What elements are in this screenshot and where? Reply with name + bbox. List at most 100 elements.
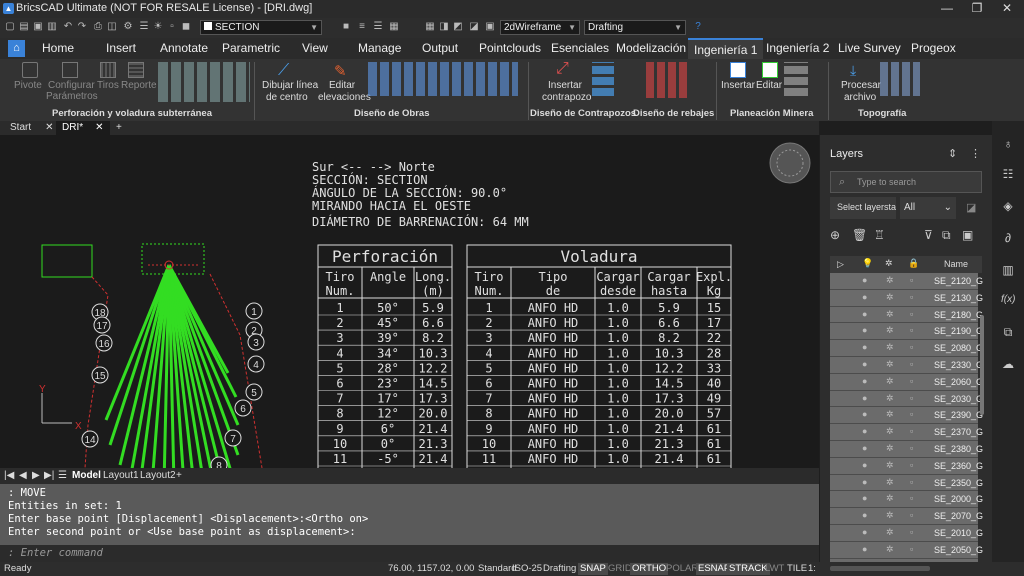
view-cube-icon[interactable]: ◩ xyxy=(452,21,464,33)
bulb-icon[interactable]: ● xyxy=(862,409,867,419)
visualstyle-icon[interactable]: ▦ xyxy=(424,21,436,33)
saveas-icon[interactable]: ▥ xyxy=(46,21,58,33)
freeze-icon[interactable]: ✲ xyxy=(886,544,894,555)
layer-row[interactable]: ● ✲ ▫ SE_2030_G xyxy=(830,390,983,408)
bulb-icon[interactable]: ● xyxy=(862,443,867,453)
layer-row[interactable]: ● ✲ ▫ SE_2070_G xyxy=(830,508,983,525)
bulb-icon[interactable]: ● xyxy=(862,309,867,319)
layer-row[interactable]: ● ✲ ▫ SE_2120_G xyxy=(830,273,983,290)
next-layout-icon[interactable]: ▶ xyxy=(32,470,40,481)
lock-icon[interactable]: ▫ xyxy=(910,275,913,285)
attach-icon[interactable]: ∂ xyxy=(1001,231,1015,245)
draw-centerline-icon[interactable]: ⟋ xyxy=(278,62,298,80)
freeze-icon[interactable]: ✲ xyxy=(886,426,894,437)
layer-states-icon[interactable]: ⧉ xyxy=(942,228,951,243)
help-icon[interactable]: ? xyxy=(692,21,704,33)
tab-output[interactable]: Output xyxy=(422,41,458,55)
lock-icon[interactable]: ▫ xyxy=(166,21,178,33)
freeze-icon[interactable]: ✲ xyxy=(886,443,894,454)
library-icon[interactable]: ▥ xyxy=(1001,263,1015,277)
camera-icon[interactable]: ◪ xyxy=(468,21,480,33)
tab-annotate[interactable]: Annotate xyxy=(160,41,208,55)
settings-icon[interactable]: ⚙ xyxy=(122,21,134,33)
display-icon[interactable]: ▣ xyxy=(484,21,496,33)
status-ortho[interactable]: ORTHO xyxy=(630,563,669,575)
lock-icon[interactable]: ▫ xyxy=(910,342,913,352)
tab-ingenieria-1[interactable]: Ingeniería 1 xyxy=(688,38,764,59)
tab-layout2[interactable]: Layout2 xyxy=(140,470,176,481)
freeze-icon[interactable]: ✲ xyxy=(886,510,894,521)
layer-icon[interactable]: ☰ xyxy=(138,21,150,33)
lock-icon[interactable]: ▫ xyxy=(910,527,913,537)
preview-icon[interactable]: ◫ xyxy=(106,21,118,33)
layer-color-icon[interactable]: ◼ xyxy=(180,21,192,33)
process-file-icon[interactable]: ⤓ xyxy=(850,62,868,78)
close-icon[interactable]: ✕ xyxy=(45,122,53,133)
bulb-icon[interactable]: ● xyxy=(862,527,867,537)
lock-icon[interactable]: ▫ xyxy=(910,426,913,436)
freeze-icon[interactable]: ✲ xyxy=(886,527,894,538)
print-icon[interactable]: ⎙ xyxy=(92,21,104,33)
obras-tools-icon[interactable] xyxy=(368,62,518,96)
lock-icon[interactable]: ▫ xyxy=(910,510,913,520)
lock-icon[interactable]: ▫ xyxy=(910,309,913,319)
tab-home[interactable]: Home xyxy=(42,41,74,55)
tab-manage[interactable]: Manage xyxy=(358,41,401,55)
bulb-icon[interactable]: ● xyxy=(862,393,867,403)
status-snap[interactable]: SNAP xyxy=(578,563,608,575)
freeze-icon[interactable]: ✲ xyxy=(886,292,894,303)
layer-row[interactable]: ● ✲ ▫ SE_2370_G xyxy=(830,424,983,441)
freeze-icon[interactable]: ✲ xyxy=(886,393,894,404)
lock-icon[interactable]: ▫ xyxy=(910,393,913,403)
prev-layout-icon[interactable]: ◀ xyxy=(19,470,27,481)
maximize-button[interactable]: ❐ xyxy=(962,1,992,17)
sliders-icon[interactable]: ☷ xyxy=(1001,167,1015,181)
tab-live-survey[interactable]: Live Survey xyxy=(838,41,901,55)
lock-icon[interactable]: ▫ xyxy=(910,493,913,503)
tiros-icon[interactable] xyxy=(100,62,116,78)
freeze-icon[interactable]: ✲ xyxy=(886,309,894,320)
bulb-icon[interactable]: ♁ xyxy=(1001,137,1015,151)
freeze-icon[interactable]: ✲ xyxy=(886,342,894,353)
more-options-icon[interactable]: ⋮ xyxy=(970,147,981,160)
visual-style-combo[interactable]: 2dWireframe ▼ xyxy=(500,20,580,35)
status-scale[interactable]: 1: xyxy=(806,563,818,575)
lineweight-icon[interactable]: ☰ xyxy=(372,21,384,33)
status-lwt[interactable]: LWT xyxy=(763,563,786,575)
delete-layer-icon[interactable]: 🗑 xyxy=(852,228,867,242)
freeze-icon[interactable]: ✲ xyxy=(886,376,894,387)
insert-raise-icon[interactable]: ⤢ xyxy=(556,60,576,80)
structure-icon[interactable]: ⧉ xyxy=(1001,325,1015,339)
save-icon[interactable]: ▣ xyxy=(32,21,44,33)
bulb-icon[interactable]: ● xyxy=(862,359,867,369)
freeze-icon[interactable]: ✲ xyxy=(886,359,894,370)
close-icon[interactable]: ✕ xyxy=(95,122,103,133)
lock-icon[interactable]: ▫ xyxy=(910,443,913,453)
bulb-icon[interactable]: ● xyxy=(862,292,867,302)
open-icon[interactable]: ▤ xyxy=(18,21,30,33)
bulb-icon[interactable]: ● xyxy=(862,510,867,520)
layer-row[interactable]: ● ✲ ▫ SE_2060_G xyxy=(830,373,983,391)
drawing-svg[interactable]: Y X 123456781817161514 Sur <-- --> Norte… xyxy=(0,135,819,468)
bulb-icon[interactable]: ● xyxy=(862,342,867,352)
layer-row[interactable]: ● ✲ ▫ SE_2360_G xyxy=(830,457,983,475)
layer-row[interactable]: ● ✲ ▫ SE_2000_G xyxy=(830,491,983,509)
layer-row[interactable]: ● ✲ ▫ SE_2130_G xyxy=(830,289,983,307)
freeze-icon[interactable]: ✲ xyxy=(886,325,894,336)
layouts-menu-icon[interactable]: ☰ xyxy=(58,470,67,481)
edit-elevations-icon[interactable]: ✎ xyxy=(334,62,354,80)
formula-icon[interactable]: f(x) xyxy=(1001,293,1015,307)
name-col-header[interactable]: Name xyxy=(944,259,968,269)
layerstate-select[interactable]: Select layerstate xyxy=(830,197,896,219)
app-menu-button[interactable]: ⌂ xyxy=(8,40,25,57)
status-scrollbar[interactable] xyxy=(830,566,930,571)
plotstyle-icon[interactable]: ▦ xyxy=(388,21,400,33)
new-icon[interactable]: ▢ xyxy=(4,21,16,33)
tab-progeox[interactable]: Progeox xyxy=(911,41,956,55)
lock-icon[interactable]: ▫ xyxy=(910,325,913,335)
command-input[interactable]: : Enter command xyxy=(0,545,819,562)
lock-icon[interactable]: ▫ xyxy=(910,376,913,386)
bulb-icon[interactable]: ● xyxy=(862,275,867,285)
color-icon[interactable]: ■ xyxy=(340,21,352,33)
layer-filter-select[interactable]: All ⌄ xyxy=(900,197,956,219)
